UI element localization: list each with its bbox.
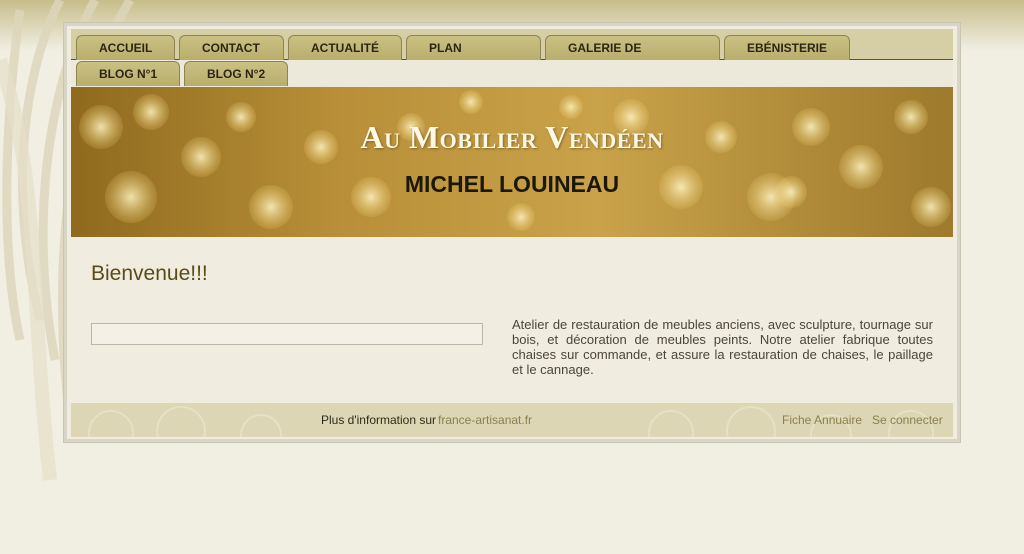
workshop-description: Atelier de restauration de meubles ancie… bbox=[512, 317, 933, 377]
tab-ebenisterie[interactable]: EBÉNISTERIE bbox=[724, 35, 850, 60]
site-banner: Au Mobilier Vendéen MICHEL LOUINEAU bbox=[71, 87, 953, 237]
login-link[interactable]: Se connecter bbox=[872, 413, 943, 427]
tab-plan[interactable]: PLAN bbox=[406, 35, 541, 60]
tab-blog-1[interactable]: BLOG N°1 bbox=[76, 61, 180, 86]
france-artisanat-link[interactable]: france-artisanat.fr bbox=[438, 413, 532, 427]
site-subtitle: MICHEL LOUINEAU bbox=[404, 171, 620, 197]
tab-galerie[interactable]: GALERIE DE bbox=[545, 35, 720, 60]
main-navigation: ACCUEIL CONTACT ACTUALITÉ PLAN GALERIE D… bbox=[71, 29, 953, 87]
site-title: Au Mobilier Vendéen bbox=[360, 119, 664, 155]
tab-contact[interactable]: CONTACT bbox=[179, 35, 284, 60]
empty-content-box bbox=[91, 323, 483, 345]
welcome-heading: Bienvenue!!! bbox=[91, 262, 208, 285]
tab-blog-2[interactable]: BLOG N°2 bbox=[184, 61, 288, 86]
site-footer: Plus d'information sur france-artisanat.… bbox=[71, 403, 953, 437]
tab-accueil[interactable]: ACCUEIL bbox=[76, 35, 175, 60]
tab-actualite[interactable]: ACTUALITÉ bbox=[288, 35, 402, 60]
bokeh-background bbox=[71, 87, 953, 237]
more-info-text: Plus d'information sur bbox=[321, 413, 437, 427]
fiche-annuaire-link[interactable]: Fiche Annuaire bbox=[782, 413, 862, 427]
